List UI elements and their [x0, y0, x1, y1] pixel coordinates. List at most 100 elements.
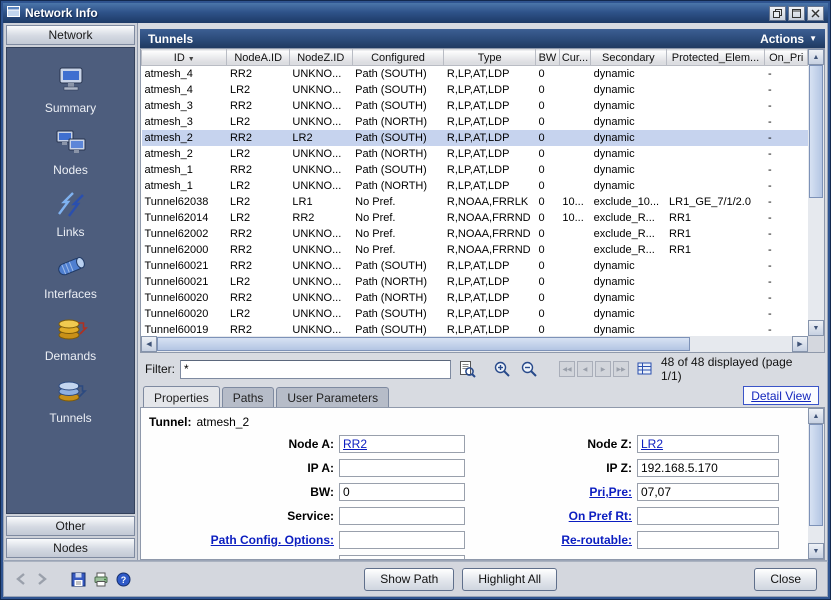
help-icon[interactable]: ? — [116, 572, 131, 587]
table-cell: UNKNO... — [289, 274, 352, 290]
property-field[interactable] — [339, 459, 465, 477]
scrollbar-thumb[interactable] — [809, 65, 823, 198]
property-field[interactable] — [339, 507, 465, 525]
print-icon[interactable] — [93, 572, 109, 587]
column-header-cur-[interactable]: Cur... — [559, 50, 590, 66]
sidebar-section-nodes[interactable]: Nodes — [6, 538, 135, 558]
column-header-type[interactable]: Type — [444, 50, 536, 66]
scrollbar-thumb[interactable] — [809, 424, 823, 526]
table-row[interactable]: atmesh_3LR2UNKNO...Path (NORTH)R,LP,AT,L… — [142, 114, 808, 130]
next-page-button[interactable]: ▶ — [595, 361, 611, 377]
table-row[interactable]: Tunnel62000RR2UNKNO...No Pref.R,NOAA,FRR… — [142, 242, 808, 258]
zoom-out-icon[interactable] — [518, 358, 540, 380]
property-field[interactable]: RR2 — [339, 435, 465, 453]
scroll-up-icon[interactable]: ▲ — [808, 408, 824, 424]
table-row[interactable]: Tunnel60020LR2UNKNO...Path (SOUTH)R,LP,A… — [142, 306, 808, 322]
filter-input[interactable] — [180, 360, 451, 379]
table-vertical-scrollbar[interactable]: ▲ ▼ — [808, 49, 824, 336]
tab-paths[interactable]: Paths — [222, 387, 275, 407]
column-header-nodez-id[interactable]: NodeZ.ID — [289, 50, 352, 66]
table-cell: - — [765, 226, 808, 242]
close-window-button[interactable] — [807, 6, 824, 21]
sidebar-item-summary[interactable]: Summary — [7, 66, 134, 115]
table-row[interactable]: atmesh_2LR2UNKNO...Path (NORTH)R,LP,AT,L… — [142, 146, 808, 162]
maximize-button[interactable] — [788, 6, 805, 21]
sidebar-item-nodes[interactable]: Nodes — [7, 128, 134, 177]
table-row[interactable]: Tunnel60019RR2UNKNO...Path (SOUTH)R,LP,A… — [142, 322, 808, 337]
table-row[interactable]: atmesh_4RR2UNKNO...Path (SOUTH)R,LP,AT,L… — [142, 66, 808, 82]
table-cell: RR1 — [666, 226, 765, 242]
close-button[interactable]: Close — [754, 568, 817, 591]
column-header-configured[interactable]: Configured — [352, 50, 444, 66]
sidebar-item-interfaces[interactable]: Interfaces — [7, 252, 134, 301]
table-row[interactable]: atmesh_3RR2UNKNO...Path (SOUTH)R,LP,AT,L… — [142, 98, 808, 114]
search-preview-icon[interactable] — [456, 358, 478, 380]
table-cell: Path (SOUTH) — [352, 162, 444, 178]
scrollbar-thumb[interactable] — [157, 337, 690, 351]
highlight-all-button[interactable]: Highlight All — [462, 568, 557, 591]
save-icon[interactable] — [71, 572, 86, 587]
sidebar-item-tunnels[interactable]: Tunnels — [7, 376, 134, 425]
prev-page-button[interactable]: ◀ — [577, 361, 593, 377]
sidebar-item-demands[interactable]: Demands — [7, 314, 134, 363]
column-header-id[interactable]: ID▼ — [142, 50, 227, 66]
detail-view-button[interactable]: Detail View — [743, 386, 819, 405]
scrollbar-track[interactable] — [808, 65, 824, 320]
properties-vertical-scrollbar[interactable]: ▲ ▼ — [808, 408, 824, 559]
table-cell: Path (SOUTH) — [352, 66, 444, 82]
scroll-right-icon[interactable]: ▶ — [792, 336, 808, 352]
column-header-bw[interactable]: BW — [536, 50, 560, 66]
property-field[interactable]: 192.168.5.170 — [637, 459, 779, 477]
property-label[interactable]: Pri,Pre: — [465, 485, 637, 499]
first-page-button[interactable]: ◀◀ — [559, 361, 575, 377]
property-field[interactable] — [339, 531, 465, 549]
column-header-on-pri[interactable]: On_Pri — [765, 50, 808, 66]
table-row[interactable]: Tunnel60020RR2UNKNO...Path (NORTH)R,LP,A… — [142, 290, 808, 306]
column-header-secondary[interactable]: Secondary — [591, 50, 666, 66]
table-row[interactable]: atmesh_2RR2LR2Path (SOUTH)R,LP,AT,LDP0dy… — [142, 130, 808, 146]
tunnels-table[interactable]: ID▼NodeA.IDNodeZ.IDConfiguredTypeBWCur..… — [141, 49, 808, 336]
property-field[interactable]: R,LP,AT,LDP — [339, 555, 465, 559]
property-field[interactable]: 0 — [339, 483, 465, 501]
scrollbar-track[interactable] — [808, 424, 824, 543]
actions-menu-button[interactable]: Actions ▼ — [760, 32, 817, 46]
forward-icon[interactable] — [35, 572, 49, 586]
table-cell — [559, 114, 590, 130]
table-row[interactable]: Tunnel62014LR2RR2No Pref.R,NOAA,FRRND010… — [142, 210, 808, 226]
show-path-button[interactable]: Show Path — [364, 568, 454, 591]
scroll-down-icon[interactable]: ▼ — [808, 320, 824, 336]
table-row[interactable]: Tunnel62038LR2LR1No Pref.R,NOAA,FRRLK010… — [142, 194, 808, 210]
last-page-button[interactable]: ▶▶ — [613, 361, 629, 377]
sidebar-section-other[interactable]: Other — [6, 516, 135, 536]
back-icon[interactable] — [14, 572, 28, 586]
property-label[interactable]: Re-routable: — [465, 533, 637, 547]
tunnels-table-viewport[interactable]: ID▼NodeA.IDNodeZ.IDConfiguredTypeBWCur..… — [141, 49, 808, 336]
table-row[interactable]: Tunnel60021LR2UNKNO...Path (NORTH)R,LP,A… — [142, 274, 808, 290]
property-label[interactable]: On Pref Rt: — [465, 509, 637, 523]
restore-button[interactable] — [769, 6, 786, 21]
titlebar[interactable]: Network Info — [3, 3, 828, 23]
tab-user-parameters[interactable]: User Parameters — [276, 387, 389, 407]
property-field[interactable] — [637, 507, 779, 525]
sidebar-section-network[interactable]: Network — [6, 25, 135, 45]
table-row[interactable]: Tunnel62002RR2UNKNO...No Pref.R,NOAA,FRR… — [142, 226, 808, 242]
scroll-up-icon[interactable]: ▲ — [808, 49, 824, 65]
column-header-nodea-id[interactable]: NodeA.ID — [227, 50, 289, 66]
table-horizontal-scrollbar[interactable]: ◀ ▶ — [141, 336, 808, 352]
scrollbar-track[interactable] — [157, 336, 792, 352]
list-view-icon[interactable] — [634, 358, 656, 380]
table-row[interactable]: atmesh_4LR2UNKNO...Path (SOUTH)R,LP,AT,L… — [142, 82, 808, 98]
property-field[interactable] — [637, 531, 779, 549]
tab-properties[interactable]: Properties — [143, 386, 220, 407]
property-label[interactable]: Path Config. Options: — [147, 533, 339, 547]
property-field[interactable]: LR2 — [637, 435, 779, 453]
scroll-left-icon[interactable]: ◀ — [141, 336, 157, 352]
sidebar-item-links[interactable]: Links — [7, 190, 134, 239]
table-row[interactable]: atmesh_1LR2UNKNO...Path (NORTH)R,LP,AT,L… — [142, 178, 808, 194]
zoom-in-icon[interactable] — [491, 358, 513, 380]
scroll-down-icon[interactable]: ▼ — [808, 543, 824, 559]
property-field[interactable]: 07,07 — [637, 483, 779, 501]
table-row[interactable]: Tunnel60021RR2UNKNO...Path (SOUTH)R,LP,A… — [142, 258, 808, 274]
table-row[interactable]: atmesh_1RR2UNKNO...Path (SOUTH)R,LP,AT,L… — [142, 162, 808, 178]
column-header-protected-elem-[interactable]: Protected_Elem... — [666, 50, 765, 66]
